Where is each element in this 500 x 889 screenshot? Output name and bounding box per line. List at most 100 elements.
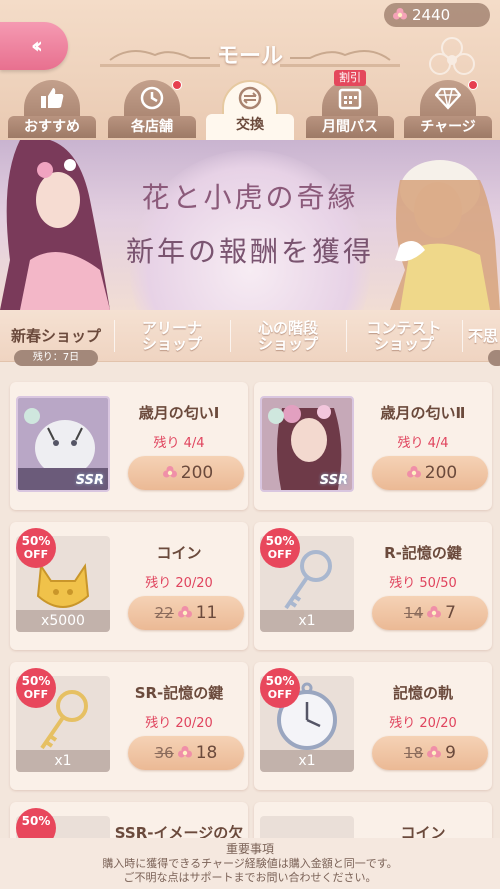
item-name: コイン [400,824,446,838]
remaining-time-badge: 残り：7日 [14,350,98,366]
banner-title: 花と小虎の奇縁 [141,181,359,214]
discount-off-label: OFF [23,548,49,561]
discount-badge: 50% OFF [16,668,56,708]
shop-item-card[interactable]: 50% OFF x1 R-記憶の鍵 残り 50/50 14 7 [254,522,492,650]
item-stock: 残り 20/20 [145,576,213,591]
footer-notice: 重要事項 購入時に獲得できるチャージ経験値は購入金額と同一です。 ご不明な点はサ… [0,838,500,889]
buy-button[interactable]: 14 7 [372,596,488,630]
header: ‹‹ 2440 モール おすすめ 各店舗 交換 割引 月間パス チャージ [0,0,500,140]
price: 200 [180,463,214,483]
rarity-label: SSR [75,473,104,488]
flower-gem-icon [427,606,442,618]
notification-dot [468,80,478,90]
banner-subtitle: 新年の報酬を獲得 [125,235,374,268]
shop-item-card[interactable]: 50% SSR-イメージの欠片 [10,802,248,838]
tab-label: 交換 [206,114,294,140]
discount-badge: 50% OFF [260,528,300,568]
currency-display[interactable]: 2440 [384,3,490,27]
item-quantity: x1 [260,750,354,772]
flower-gem-icon [177,606,192,618]
rarity-label: SSR [319,473,348,488]
flower-gem-icon [177,746,192,758]
buy-button[interactable]: 200 [128,456,244,490]
tab-label: おすすめ [8,116,96,138]
flower-gem-icon [162,466,177,478]
discount-percent: 50% [21,534,51,548]
item-name: R-記憶の鍵 [384,544,462,562]
item-quantity: x5000 [16,610,110,632]
discount-percent: 50% [265,674,295,688]
notice-line: 購入時に獲得できるチャージ経験値は購入金額と同一です。 [102,857,398,870]
price: 11 [195,603,218,623]
diamond-icon [435,87,461,110]
item-thumbnail: SSR [16,396,110,492]
shop-item-card[interactable]: 50% OFF x1 SR-記憶の鍵 残り 20/20 36 18 [10,662,248,790]
tab-monthly-pass[interactable]: 割引 月間パス [306,70,394,138]
item-quantity: x1 [260,610,354,632]
original-price: 18 [404,744,424,762]
shop-item-card[interactable]: SSR 歳月の匂いⅠ 残り 4/4 200 [10,382,248,510]
event-banner[interactable]: 花と小虎の奇縁 新年の報酬を獲得 [0,140,500,310]
tab-shops[interactable]: 各店舗 [108,76,196,138]
character-right-image [390,160,500,310]
shop-icon [140,86,164,110]
main-tabs: おすすめ 各店舗 交換 割引 月間パス チャージ [0,70,500,140]
shop-tab-heart-stairs[interactable]: 心の階段 ショップ [232,310,344,362]
item-name: 歳月の匂いⅡ [380,404,466,422]
shop-tab-label: 不思 [468,327,499,345]
discount-percent: 50% [265,534,295,548]
item-grid: SSR 歳月の匂いⅠ 残り 4/4 200 SSR 歳月の匂いⅡ 残り 4/4 [0,378,500,838]
discount-off-label: OFF [267,548,293,561]
item-name: 歳月の匂いⅠ [138,404,220,422]
discount-percent: 50% [21,674,51,688]
item-thumbnail: SSR [260,396,354,492]
shop-tab-label: コンテスト ショップ [366,319,442,353]
discount-badge: 50% [16,808,56,838]
discount-badge: 割引 [334,70,366,86]
discount-badge: 50% OFF [16,528,56,568]
tab-charge[interactable]: チャージ [404,76,492,138]
price: 7 [445,603,456,623]
divider [114,320,115,352]
shop-item-card[interactable]: SSR 歳月の匂いⅡ 残り 4/4 200 [254,382,492,510]
discount-off-label: OFF [23,688,49,701]
tab-exchange[interactable]: 交換 [206,76,294,140]
notice-line: ご不明な点はサポートまでお問い合わせください。 [123,871,377,884]
calendar-icon [338,88,362,110]
shop-tab-label: アリーナ ショップ [141,319,202,353]
shop-item-card[interactable]: コイン [254,802,492,838]
character-left-image [0,140,110,310]
notification-dot [172,80,182,90]
shop-item-card[interactable]: 50% OFF x1 記憶の軌 残り 20/20 18 9 [254,662,492,790]
tab-label: 月間パス [306,116,394,138]
buy-button[interactable]: 18 9 [372,736,488,770]
item-stock: 残り 4/4 [397,436,449,451]
item-name: SSR-イメージの欠片 [114,824,244,838]
buy-button[interactable]: 22 11 [128,596,244,630]
price: 9 [445,743,456,763]
item-stock: 残り 50/50 [389,576,457,591]
shop-tab-label: 新春ショップ [10,327,101,345]
shop-tab-arena[interactable]: アリーナ ショップ [116,310,228,362]
exchange-icon [238,86,262,110]
item-name: 記憶の軌 [392,684,453,702]
tab-label: 各店舗 [108,116,196,138]
notice-title: 重要事項 [225,842,274,856]
divider [346,320,347,352]
flower-gem-icon [427,746,442,758]
shop-tab-contest[interactable]: コンテスト ショップ [348,310,460,362]
item-stock: 残り 20/20 [389,716,457,731]
divider [230,320,231,352]
buy-button[interactable]: 36 18 [128,736,244,770]
item-thumbnail [260,816,354,838]
original-price: 22 [154,604,174,622]
original-price: 14 [404,604,424,622]
item-stock: 残り 4/4 [153,436,205,451]
tab-recommended[interactable]: おすすめ [8,76,96,138]
discount-percent: 50% [21,814,51,828]
shop-item-card[interactable]: 50% OFF x5000 コイン 残り 20/20 22 11 [10,522,248,650]
flower-gem-icon [406,466,421,478]
price: 18 [195,743,218,763]
flower-gem-icon [393,8,407,20]
buy-button[interactable]: 200 [372,456,488,490]
